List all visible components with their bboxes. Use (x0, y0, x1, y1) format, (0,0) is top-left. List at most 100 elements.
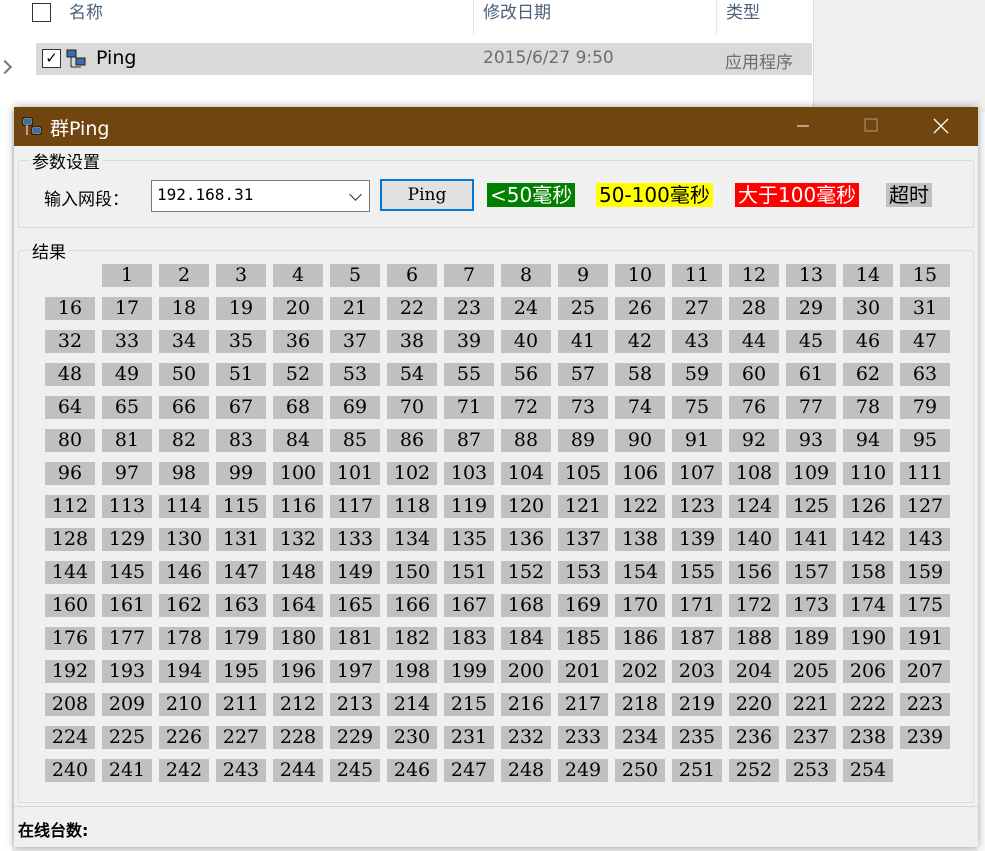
host-cell: 57 (558, 363, 608, 386)
host-cell: 138 (615, 528, 665, 551)
host-cell: 92 (729, 429, 779, 452)
host-cell: 119 (444, 495, 494, 518)
host-cell: 126 (843, 495, 893, 518)
host-cell: 90 (615, 429, 665, 452)
ping-button[interactable]: Ping (380, 179, 474, 211)
host-cell: 228 (273, 726, 323, 749)
host-cell: 143 (900, 528, 950, 551)
host-cell: 111 (900, 462, 950, 485)
host-cell: 197 (330, 660, 380, 683)
host-cell: 47 (900, 330, 950, 353)
host-cell: 227 (216, 726, 266, 749)
host-cell: 193 (102, 660, 152, 683)
host-cell: 109 (786, 462, 836, 485)
host-cell: 199 (444, 660, 494, 683)
host-cell: 144 (45, 561, 95, 584)
host-cell: 208 (45, 693, 95, 716)
host-cell: 67 (216, 396, 266, 419)
online-count-label: 在线台数: (18, 821, 89, 840)
column-header-name[interactable]: 名称 (69, 0, 103, 30)
host-cell: 235 (672, 726, 722, 749)
chevron-down-icon[interactable] (349, 188, 362, 201)
minimize-button[interactable] (780, 107, 826, 146)
host-cell: 242 (159, 759, 209, 782)
host-cell: 155 (672, 561, 722, 584)
host-cell: 129 (102, 528, 152, 551)
host-cell: 173 (786, 594, 836, 617)
host-cell: 244 (273, 759, 323, 782)
select-all-checkbox[interactable] (32, 3, 51, 22)
host-cell: 31 (900, 297, 950, 320)
legend-under-50ms: <50毫秒 (487, 183, 576, 207)
host-cell: 195 (216, 660, 266, 683)
host-cell: 30 (843, 297, 893, 320)
host-cell: 132 (273, 528, 323, 551)
file-row-ping[interactable]: ✓ Ping 2015/6/27 9:50 应用程序 (36, 43, 812, 75)
host-cell: 131 (216, 528, 266, 551)
host-cell: 7 (444, 264, 494, 287)
column-header-date[interactable]: 修改日期 (483, 0, 551, 30)
host-cell: 179 (216, 627, 266, 650)
host-cell: 49 (102, 363, 152, 386)
host-cell: 3 (216, 264, 266, 287)
host-cell: 133 (330, 528, 380, 551)
host-cell: 247 (444, 759, 494, 782)
segment-input-label: 输入网段： (44, 190, 129, 210)
host-cell: 148 (273, 561, 323, 584)
host-cell: 42 (615, 330, 665, 353)
host-cell: 149 (330, 561, 380, 584)
host-cell: 156 (729, 561, 779, 584)
host-cell: 163 (216, 594, 266, 617)
host-cell: 82 (159, 429, 209, 452)
host-cell: 26 (615, 297, 665, 320)
host-cell: 105 (558, 462, 608, 485)
file-checkbox[interactable]: ✓ (42, 49, 61, 68)
host-cell: 110 (843, 462, 893, 485)
host-cell: 95 (900, 429, 950, 452)
host-cell: 76 (729, 396, 779, 419)
maximize-button[interactable] (848, 107, 894, 146)
file-name: Ping (96, 47, 137, 69)
host-cell: 230 (387, 726, 437, 749)
host-cell: 71 (444, 396, 494, 419)
host-cell: 70 (387, 396, 437, 419)
chevron-right-icon[interactable] (0, 59, 13, 75)
host-cell: 174 (843, 594, 893, 617)
navigation-pane-edge (0, 0, 13, 851)
close-button[interactable] (918, 107, 964, 146)
host-cell: 140 (729, 528, 779, 551)
host-cell: 75 (672, 396, 722, 419)
host-cell: 27 (672, 297, 722, 320)
host-cell: 128 (45, 528, 95, 551)
host-cell: 78 (843, 396, 893, 419)
host-cell: 164 (273, 594, 323, 617)
title-bar[interactable]: 群Ping (14, 107, 978, 146)
host-cell: 198 (387, 660, 437, 683)
host-cell: 232 (501, 726, 551, 749)
host-cell: 113 (102, 495, 152, 518)
host-cell: 182 (387, 627, 437, 650)
host-cell: 180 (273, 627, 323, 650)
host-cell: 38 (387, 330, 437, 353)
host-cell: 135 (444, 528, 494, 551)
host-cell: 118 (387, 495, 437, 518)
host-cell: 64 (45, 396, 95, 419)
host-cell: 241 (102, 759, 152, 782)
host-cell: 190 (843, 627, 893, 650)
host-cell: 191 (900, 627, 950, 650)
host-cell: 80 (45, 429, 95, 452)
host-cell: 245 (330, 759, 380, 782)
column-header-type[interactable]: 类型 (726, 0, 760, 30)
host-cell: 217 (558, 693, 608, 716)
legend-50-100ms: 50-100毫秒 (596, 183, 713, 207)
host-cell: 167 (444, 594, 494, 617)
host-cell: 66 (159, 396, 209, 419)
host-cell: 50 (159, 363, 209, 386)
host-cell: 121 (558, 495, 608, 518)
segment-combobox[interactable]: 192.168.31 (151, 180, 370, 212)
host-cell: 185 (558, 627, 608, 650)
host-cell: 5 (330, 264, 380, 287)
host-cell: 229 (330, 726, 380, 749)
network-computer-icon (66, 49, 86, 68)
host-cell: 222 (843, 693, 893, 716)
